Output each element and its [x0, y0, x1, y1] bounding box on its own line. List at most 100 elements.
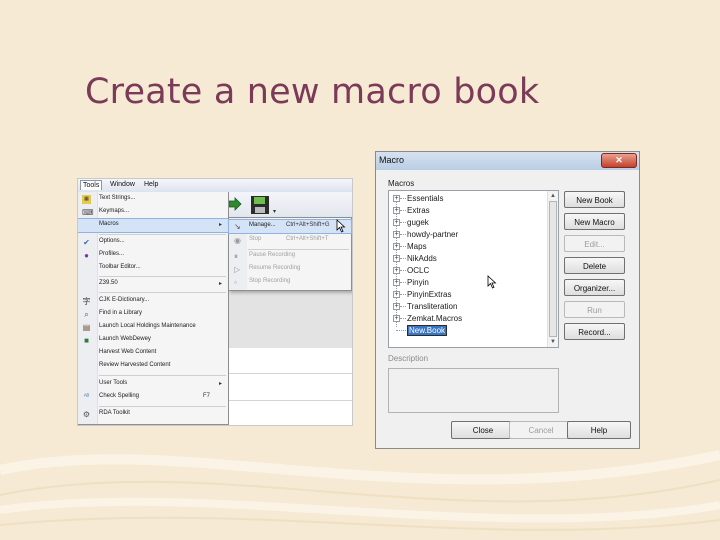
macro-book-item[interactable]: + Pinyin: [393, 277, 543, 289]
new-book-name-input[interactable]: New.Book: [407, 325, 448, 336]
macro-book-item[interactable]: + Zemkat.Macros: [393, 313, 543, 325]
menu-item-label: User Tools: [99, 380, 128, 386]
divider: [228, 373, 352, 374]
menu-window[interactable]: Window: [108, 180, 137, 189]
macro-book-item[interactable]: + gugek: [393, 217, 543, 229]
menu-item-user-tools[interactable]: User Tools ▸: [78, 378, 228, 391]
run-button[interactable]: Run: [564, 301, 625, 318]
text-strings-icon: ▦: [82, 195, 91, 204]
tree-branch: [400, 246, 406, 247]
menu-item-review-harvested[interactable]: Review Harvested Content: [78, 360, 228, 373]
expand-icon[interactable]: +: [393, 267, 400, 274]
menu-item-rda-toolkit[interactable]: ⚙ RDA Toolkit: [78, 408, 228, 421]
tree-branch: [400, 210, 406, 211]
menu-item-harvest-web[interactable]: Harvest Web Content: [78, 347, 228, 360]
tree-branch: [396, 330, 406, 331]
divider: [228, 400, 352, 401]
submenu-item-label: Stop: [249, 236, 262, 242]
save-disk-icon[interactable]: [250, 195, 270, 215]
webdewey-icon: ■: [84, 336, 89, 345]
expand-icon[interactable]: +: [393, 219, 400, 226]
tree-branch: [400, 306, 406, 307]
menu-item-find-in-library[interactable]: ⌕ Find in a Library: [78, 308, 228, 321]
macro-book-name: Essentials: [407, 194, 444, 203]
submenu-arrow-icon: ▸: [218, 381, 222, 387]
submenu-item-stop-recording[interactable]: ▫ Stop Recording: [229, 276, 351, 289]
tree-branch: [400, 270, 406, 271]
macro-book-list[interactable]: + Essentials + Extras + gugek + howdy-pa…: [388, 190, 559, 348]
menu-item-cjk-dictionary[interactable]: 字 CJK E-Dictionary...: [78, 295, 228, 308]
organizer-button[interactable]: Organizer...: [564, 279, 625, 296]
expand-icon[interactable]: +: [393, 243, 400, 250]
list-scrollbar[interactable]: ▲ ▼: [547, 191, 558, 347]
expand-icon[interactable]: +: [393, 279, 400, 286]
macro-book-name: NikAdds: [407, 254, 437, 263]
expand-icon[interactable]: +: [393, 231, 400, 238]
delete-button[interactable]: Delete: [564, 257, 625, 274]
resume-icon: ▷: [234, 265, 241, 274]
expand-icon[interactable]: +: [393, 195, 400, 202]
tree-branch: [400, 318, 406, 319]
record-button[interactable]: Record...: [564, 323, 625, 340]
macro-book-item[interactable]: + OCLC: [393, 265, 543, 277]
edit-button[interactable]: Edit...: [564, 235, 625, 252]
new-macro-button[interactable]: New Macro: [564, 213, 625, 230]
cancel-button[interactable]: Cancel: [509, 421, 573, 439]
menu-item-label: Review Harvested Content: [99, 362, 171, 368]
dialog-title: Macro: [379, 155, 405, 165]
macro-book-name: Pinyin: [407, 278, 429, 287]
macro-book-item[interactable]: + PinyinExtras: [393, 289, 543, 301]
menu-help[interactable]: Help: [142, 180, 160, 189]
menu-item-options[interactable]: ✔ Options...: [78, 236, 228, 249]
submenu-arrow-icon: ▸: [218, 222, 222, 228]
submenu-item-shortcut: Ctrl+Alt+Shift+G: [286, 222, 330, 228]
submenu-item-label: Stop Recording: [249, 278, 291, 284]
menu-item-keymaps[interactable]: ⌨ Keymaps...: [78, 206, 228, 219]
macro-book-item[interactable]: + Essentials: [393, 193, 543, 205]
macro-book-item[interactable]: + howdy-partner: [393, 229, 543, 241]
menu-item-z3950[interactable]: Z39.50 ▸: [78, 278, 228, 291]
macro-book-item[interactable]: + Transliteration: [393, 301, 543, 313]
rda-icon: ⚙: [82, 410, 91, 419]
close-button[interactable]: Close: [451, 421, 515, 439]
dropdown-arrow-icon[interactable]: ▾: [273, 208, 276, 215]
tree-branch: [400, 282, 406, 283]
macro-book-item[interactable]: + Extras: [393, 205, 543, 217]
macro-book-item[interactable]: + Maps: [393, 241, 543, 253]
scroll-down-icon[interactable]: ▼: [548, 337, 558, 347]
tree-branch: [400, 198, 406, 199]
close-icon[interactable]: ✕: [601, 153, 637, 168]
holdings-icon: ▤: [82, 323, 91, 332]
new-book-row[interactable]: New.Book: [393, 325, 543, 337]
menu-item-toolbar-editor[interactable]: Toolbar Editor...: [78, 262, 228, 275]
menu-item-profiles[interactable]: ● Profiles...: [78, 249, 228, 262]
help-button[interactable]: Help: [567, 421, 631, 439]
submenu-item-resume-recording[interactable]: ▷ Resume Recording: [229, 263, 351, 276]
submenu-item-pause-recording[interactable]: ⏸ Pause Recording: [229, 250, 351, 263]
submenu-item-stop[interactable]: ◉ Stop Ctrl+Alt+Shift+T: [229, 234, 351, 247]
submenu-item-manage[interactable]: ↘ Manage... Ctrl+Alt+Shift+G: [228, 219, 352, 234]
expand-icon[interactable]: +: [393, 207, 400, 214]
macro-book-name: Zemkat.Macros: [407, 314, 463, 323]
menu-item-webdewey[interactable]: ■ Launch WebDewey: [78, 334, 228, 347]
menu-item-text-strings[interactable]: ▦ Text Strings...: [78, 193, 228, 206]
macros-submenu: ↘ Manage... Ctrl+Alt+Shift+G ◉ Stop Ctrl…: [228, 217, 352, 291]
mouse-cursor-icon: [487, 275, 497, 289]
scroll-up-icon[interactable]: ▲: [548, 191, 558, 201]
arrow-right-icon[interactable]: [228, 197, 242, 211]
scrollbar-thumb[interactable]: [549, 201, 557, 337]
menu-tools[interactable]: Tools: [80, 180, 103, 190]
menu-item-label: Check Spelling: [99, 393, 140, 399]
slide-title: Create a new macro book: [85, 72, 540, 112]
expand-icon[interactable]: +: [393, 291, 400, 298]
macro-book-item[interactable]: + NikAdds: [393, 253, 543, 265]
expand-icon[interactable]: +: [393, 303, 400, 310]
menu-item-macros[interactable]: Macros ▸: [78, 218, 229, 233]
keymaps-icon: ⌨: [82, 208, 94, 217]
menu-item-check-spelling[interactable]: ᴬᴮ Check Spelling F7: [78, 391, 228, 404]
new-book-button[interactable]: New Book: [564, 191, 625, 208]
expand-icon[interactable]: +: [393, 255, 400, 262]
menu-item-local-holdings[interactable]: ▤ Launch Local Holdings Maintenance: [78, 321, 228, 334]
mouse-cursor-icon: [336, 219, 346, 233]
expand-icon[interactable]: +: [393, 315, 400, 322]
